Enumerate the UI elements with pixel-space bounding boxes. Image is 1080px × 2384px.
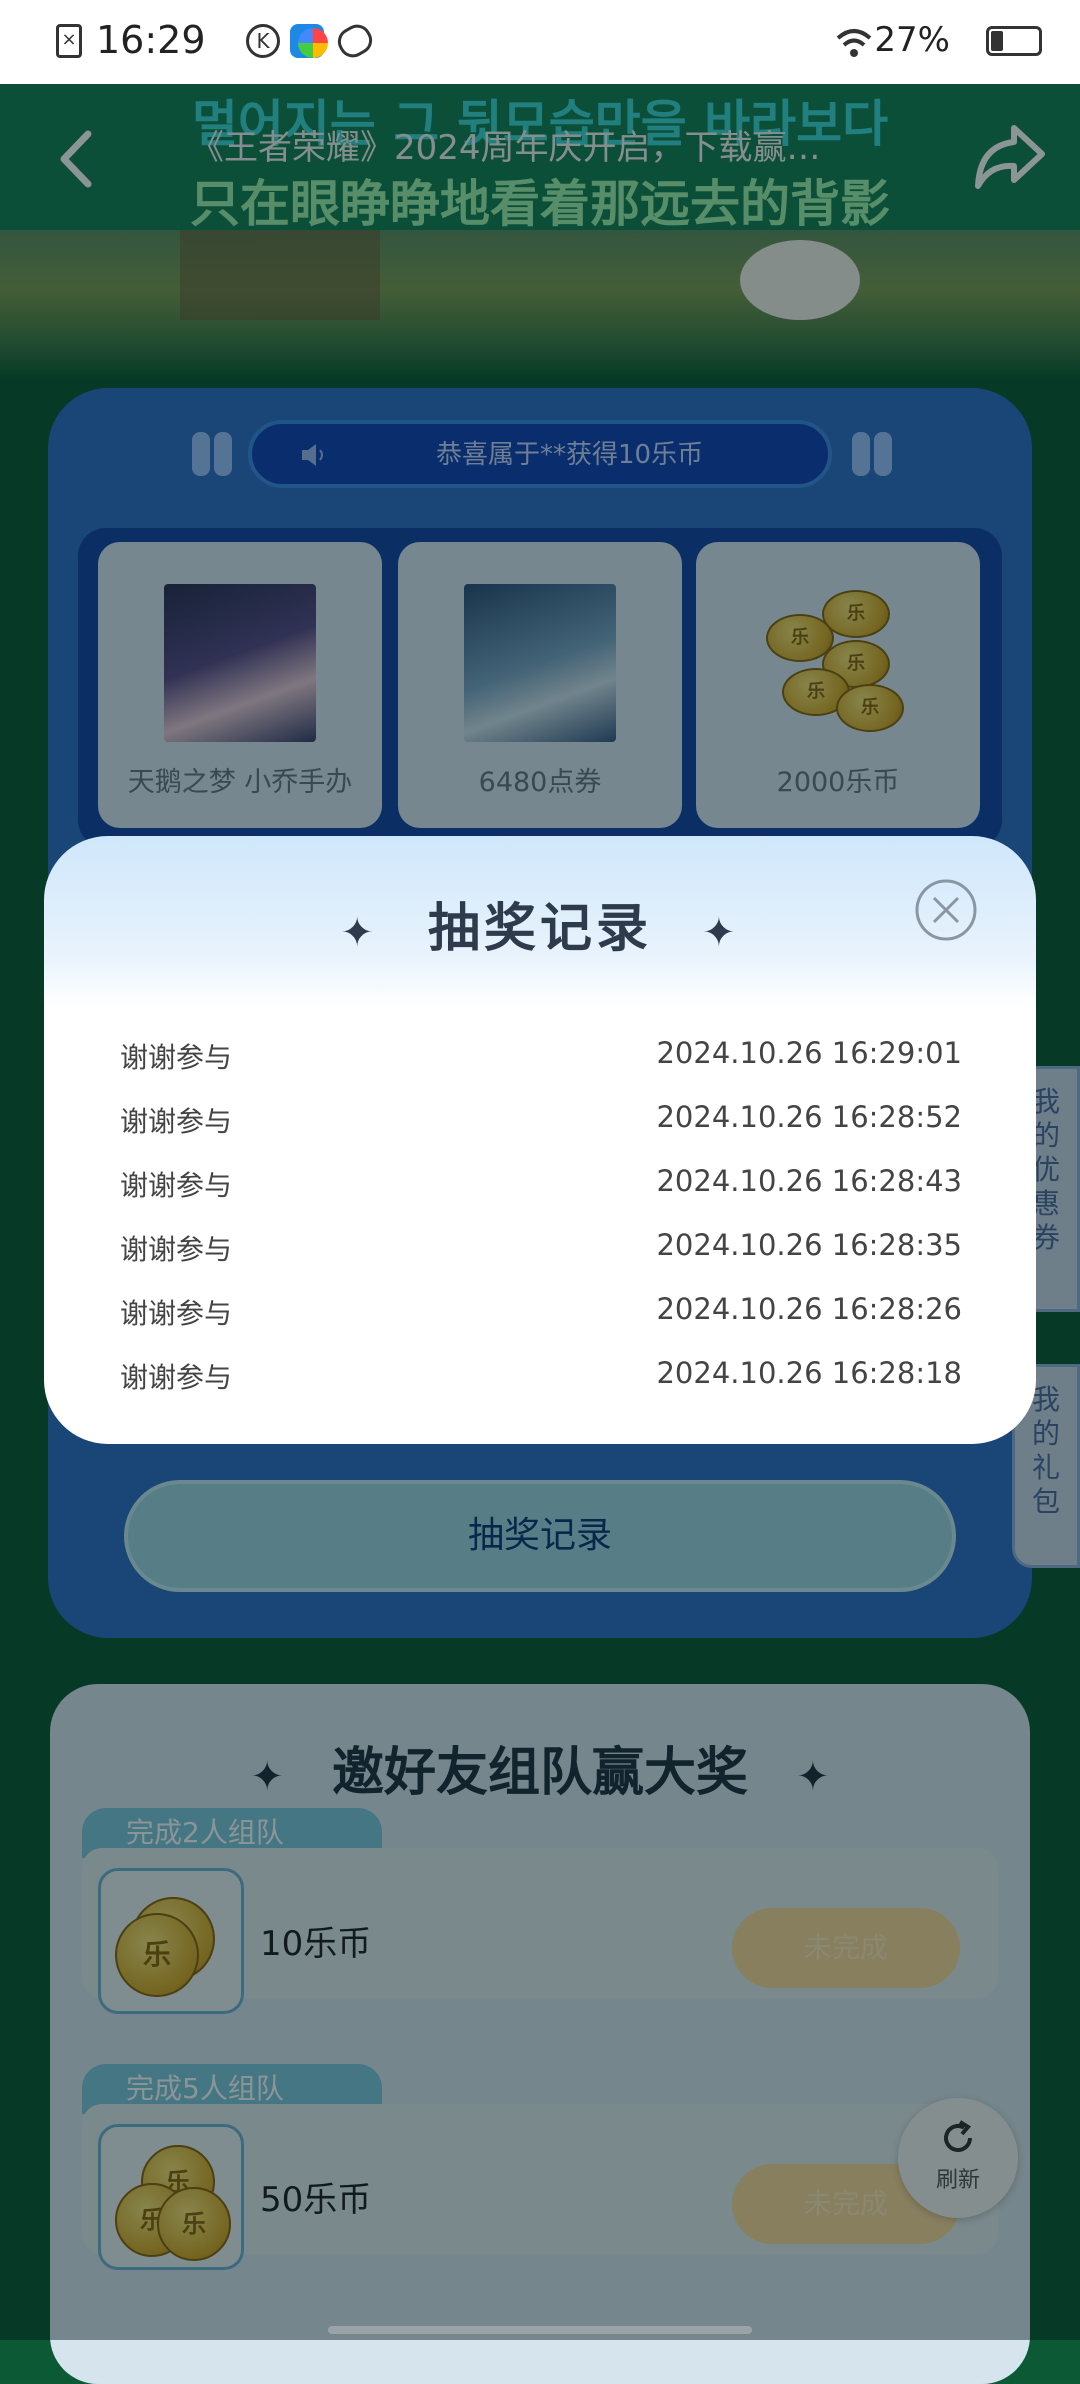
record-result: 谢谢参与	[120, 1169, 233, 1202]
colorful-app-icon	[298, 28, 328, 58]
record-result: 谢谢参与	[120, 1041, 233, 1074]
sim-error-icon: ×	[56, 24, 82, 58]
sparkle-icon: ✦	[340, 910, 378, 956]
record-result: 谢谢参与	[120, 1297, 233, 1330]
record-time: 2024.10.26 16:28:43	[656, 1164, 962, 1198]
record-time: 2024.10.26 16:28:18	[656, 1356, 962, 1390]
record-row: 谢谢参与 2024.10.26 16:28:43	[120, 1150, 962, 1214]
record-time: 2024.10.26 16:28:26	[656, 1292, 962, 1326]
record-time: 2024.10.26 16:28:35	[656, 1228, 962, 1262]
record-row: 谢谢参与 2024.10.26 16:28:35	[120, 1214, 962, 1278]
record-result: 谢谢参与	[120, 1233, 233, 1266]
sparkle-icon: ✦	[702, 910, 740, 956]
record-time: 2024.10.26 16:28:52	[656, 1100, 962, 1134]
record-time: 2024.10.26 16:29:01	[656, 1036, 962, 1070]
modal-title: ✦ 抽奖记录 ✦	[44, 886, 1036, 961]
battery-icon	[986, 26, 1042, 56]
record-row: 谢谢参与 2024.10.26 16:29:01	[120, 1022, 962, 1086]
record-result: 谢谢参与	[120, 1105, 233, 1138]
status-time: 16:29	[96, 18, 206, 62]
record-result: 谢谢参与	[120, 1361, 233, 1394]
draw-records-modal: ✦ 抽奖记录 ✦ 谢谢参与 2024.10.26 16:29:01 谢谢参与 2…	[44, 836, 1036, 1444]
battery-percent: 27%	[874, 20, 950, 60]
link-app-icon	[332, 19, 378, 63]
record-row: 谢谢参与 2024.10.26 16:28:26	[120, 1278, 962, 1342]
record-row: 谢谢参与 2024.10.26 16:28:52	[120, 1086, 962, 1150]
modal-title-text: 抽奖记录	[427, 899, 652, 959]
wifi-icon	[834, 26, 874, 60]
status-bar: × 16:29 K K 27%	[0, 0, 1080, 84]
record-row: 谢谢参与 2024.10.26 16:28:18	[120, 1342, 962, 1406]
home-indicator[interactable]	[328, 2326, 752, 2334]
k-app-icon: K	[246, 24, 280, 58]
close-icon[interactable]	[914, 878, 978, 942]
